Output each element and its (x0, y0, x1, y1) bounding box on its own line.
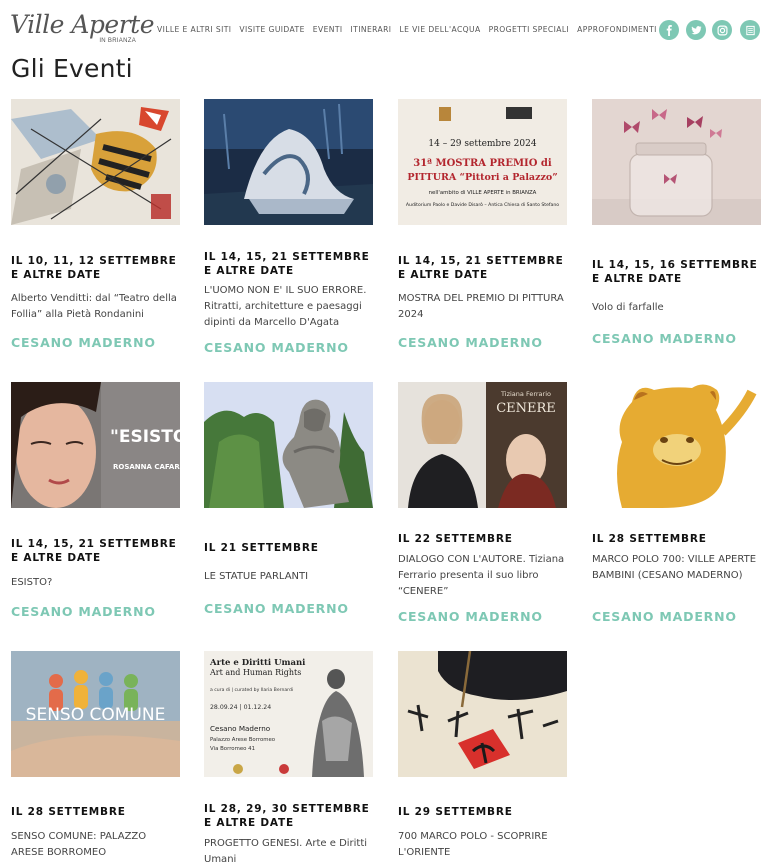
mostra-sub: nell'ambito di VILLE APERTE in BRIANZA (429, 190, 537, 196)
event-date: IL 14, 15, 16 SETTEMBRE E ALTRE DATE (592, 259, 758, 285)
event-location[interactable]: CESANO MADERNO (11, 604, 156, 619)
logo-subtitle: IN BRIANZA (99, 38, 136, 44)
event-title[interactable]: ESISTO? (11, 575, 180, 591)
event-image-venditti[interactable] (11, 99, 180, 225)
page-title: Gli Eventi (11, 54, 133, 83)
event-date: IL 29 SETTEMBRE (398, 806, 513, 818)
facebook-icon[interactable] (659, 20, 679, 40)
event-image-uomo[interactable] (204, 99, 373, 225)
event-title[interactable]: MARCO POLO 700: VILLE APERTE BAMBINI (CE… (592, 552, 761, 584)
esisto-text: "ESISTO (110, 427, 180, 447)
instagram-icon[interactable] (712, 20, 732, 40)
event-date: IL 22 SETTEMBRE (398, 533, 513, 545)
genesi-curated: a cura di | curated by Ilaria Bernardi (210, 687, 293, 693)
event-date: IL 14, 15, 21 SETTEMBRE E ALTRE DATE (204, 251, 370, 277)
event-title[interactable]: Volo di farfalle (592, 300, 761, 316)
nav-item-visite[interactable]: VISITE GUIDATE (239, 25, 304, 34)
cenere-title: CENERE (496, 401, 556, 416)
mostra-dates: 14 – 29 settembre 2024 (428, 139, 536, 149)
mostra-venue: Auditorium Paolo e Davide Disarò – Antic… (406, 201, 559, 208)
nav-item-progetti[interactable]: PROGETTI SPECIALI (489, 25, 570, 34)
event-title[interactable]: DIALOGO CON L'AUTORE. Tiziana Ferrario p… (398, 552, 567, 600)
mostra-title-1: 31ª MOSTRA PREMIO di (413, 158, 552, 169)
event-title[interactable]: SENSO COMUNE: PALAZZO ARESE BORROMEO (11, 829, 180, 861)
event-date: IL 14, 15, 21 SETTEMBRE E ALTRE DATE (11, 538, 177, 564)
genesi-dates: 28.09.24 | 01.12.24 (210, 704, 271, 711)
genesi-place-3: Via Borromeo 41 (210, 746, 255, 752)
event-title[interactable]: Alberto Venditti: dal “Teatro della Foll… (11, 291, 180, 323)
event-date: IL 14, 15, 21 SETTEMBRE E ALTRE DATE (398, 255, 564, 281)
event-location[interactable]: CESANO MADERNO (204, 601, 349, 616)
nav-item-itinerari[interactable]: ITINERARI (351, 25, 392, 34)
event-image-oriente[interactable] (398, 651, 567, 777)
event-location[interactable]: CESANO MADERNO (398, 335, 543, 350)
genesi-title-2: Art and Human Rights (209, 668, 301, 677)
event-title[interactable]: PROGETTO GENESI. Arte e Diritti Umani (204, 836, 373, 867)
senso-text: SENSO COMUNE (26, 705, 166, 725)
event-title[interactable]: L'UOMO NON E' IL SUO ERRORE. Ritratti, a… (204, 283, 373, 331)
event-title[interactable]: 700 MARCO POLO - SCOPRIRE L'ORIENTE (398, 829, 567, 861)
event-image-genesi[interactable]: Arte e Diritti Umani Art and Human Right… (204, 651, 373, 777)
nav-item-vie-acqua[interactable]: LE VIE DELL'ACQUA (399, 25, 480, 34)
event-location[interactable]: CESANO MADERNO (11, 335, 156, 350)
cenere-author: Tiziana Ferrario (500, 390, 551, 398)
event-image-statue[interactable] (204, 382, 373, 508)
event-location[interactable]: CESANO MADERNO (204, 340, 349, 355)
nav-item-ville[interactable]: VILLE E ALTRI SITI (157, 25, 231, 34)
event-date: IL 21 SETTEMBRE (204, 542, 319, 554)
genesi-place-2: Palazzo Arese Borromeo (210, 737, 275, 743)
event-image-cenere[interactable]: Tiziana Ferrario CENERE (398, 382, 567, 508)
event-title[interactable]: MOSTRA DEL PREMIO DI PITTURA 2024 (398, 291, 567, 323)
genesi-place-1: Cesano Maderno (210, 724, 270, 733)
mostra-title-2: PITTURA “Pittori a Palazzo” (407, 172, 557, 183)
event-date: IL 28 SETTEMBRE (592, 533, 707, 545)
event-location[interactable]: CESANO MADERNO (592, 331, 737, 346)
logo-text: Ville Aperte (10, 10, 155, 39)
book-icon[interactable] (740, 20, 760, 40)
site-logo[interactable]: Ville Aperte IN BRIANZA (10, 10, 155, 48)
event-date: IL 28 SETTEMBRE (11, 806, 126, 818)
event-image-marco-polo[interactable] (592, 382, 761, 508)
event-location[interactable]: CESANO MADERNO (592, 609, 737, 624)
nav-item-approfondimenti[interactable]: APPROFONDIMENTI (577, 25, 657, 34)
event-image-senso[interactable]: SENSO COMUNE (11, 651, 180, 777)
event-location[interactable]: CESANO MADERNO (398, 609, 543, 624)
event-image-esisto[interactable]: "ESISTO ROSANNA CAFARO (11, 382, 180, 508)
nav-item-eventi[interactable]: EVENTI (313, 25, 343, 34)
esisto-author: ROSANNA CAFARO (113, 463, 180, 471)
twitter-icon[interactable] (686, 20, 706, 40)
event-date: IL 10, 11, 12 SETTEMBRE E ALTRE DATE (11, 255, 177, 281)
event-title[interactable]: LE STATUE PARLANTI (204, 569, 373, 585)
main-nav: VILLE E ALTRI SITI VISITE GUIDATE EVENTI… (157, 25, 665, 34)
event-image-farfalle[interactable] (592, 99, 761, 225)
genesi-title-1: Arte e Diritti Umani (209, 658, 306, 668)
event-date: IL 28, 29, 30 SETTEMBRE E ALTRE DATE (204, 803, 370, 829)
event-image-mostra[interactable]: 14 – 29 settembre 2024 31ª MOSTRA PREMIO… (398, 99, 567, 225)
